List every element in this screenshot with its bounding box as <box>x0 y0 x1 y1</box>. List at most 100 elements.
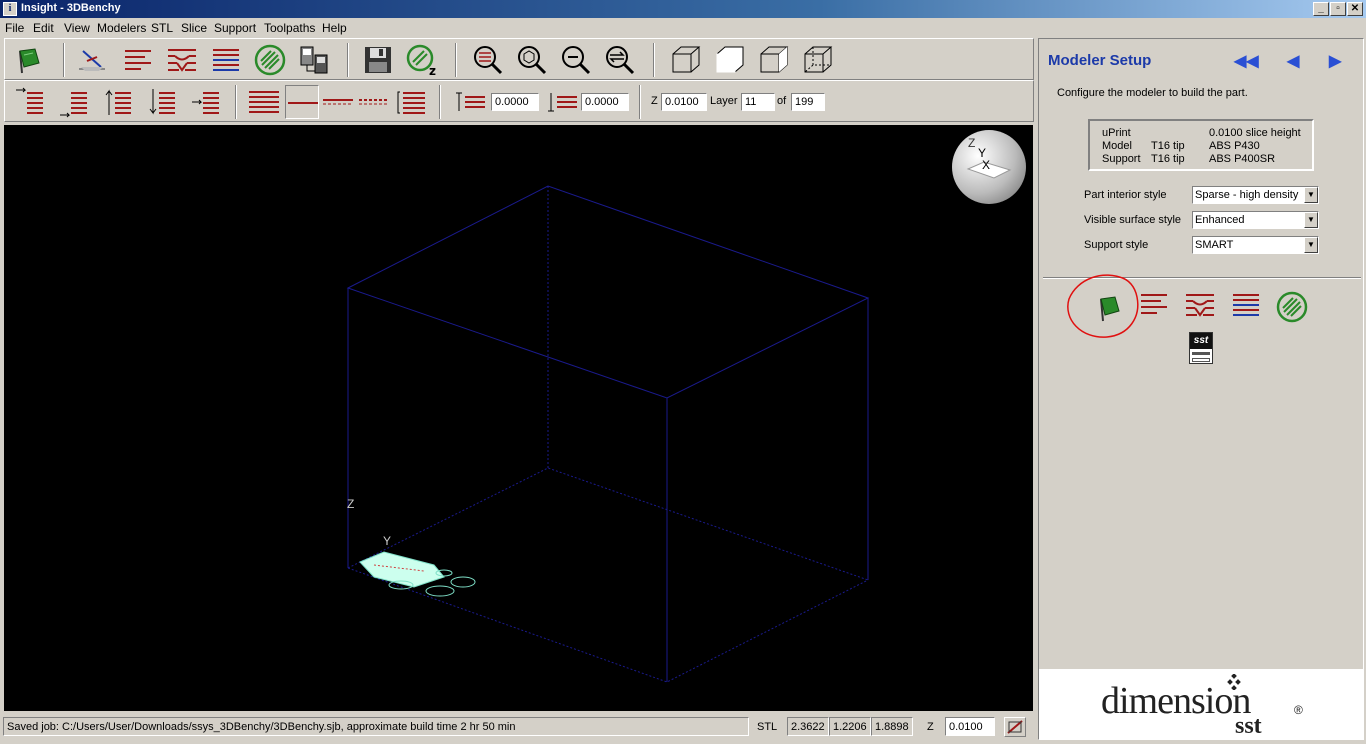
stl-label: STL <box>757 721 778 733</box>
visible-surface-label: Visible surface style <box>1084 214 1182 226</box>
window-title: Insight - 3DBenchy <box>21 2 121 14</box>
support-material: ABS P400SR <box>1209 153 1276 165</box>
support-style-select[interactable]: SMART ▼ <box>1192 236 1319 254</box>
prev-page-icon[interactable]: ◀ <box>1287 51 1299 71</box>
menu-help[interactable]: Help <box>322 21 347 35</box>
layer-below-icon[interactable] <box>321 85 355 119</box>
part-interior-select[interactable]: Sparse - high density ▼ <box>1192 186 1319 204</box>
zoom-fit-icon[interactable] <box>515 43 549 77</box>
zoom-out-icon[interactable] <box>559 43 593 77</box>
view-front-icon[interactable] <box>713 43 747 77</box>
3d-viewport[interactable]: Z Y Z Y X <box>4 125 1033 711</box>
modeler-setup-panel: Modeler Setup ◀◀ ◀ ▶ Configure the model… <box>1038 38 1364 740</box>
menu-file[interactable]: File <box>5 21 24 35</box>
toolpaths-icon[interactable] <box>209 43 243 77</box>
panel-support-icon[interactable] <box>1183 289 1217 323</box>
svg-text:z: z <box>429 64 436 77</box>
pan-icon[interactable] <box>603 43 637 77</box>
menu-bar: File Edit View Modelers STL Slice Suppor… <box>0 18 1366 37</box>
layer-bracket-icon[interactable] <box>395 85 429 119</box>
of-label: of <box>777 95 787 107</box>
part-interior-label: Part interior style <box>1084 189 1167 201</box>
view-iso-icon[interactable] <box>669 43 703 77</box>
chevron-down-icon[interactable]: ▼ <box>1304 212 1318 228</box>
layer-total-field <box>791 93 825 111</box>
modeler-name: uPrint <box>1102 127 1131 139</box>
menu-view[interactable]: View <box>64 21 90 35</box>
axis-z-label: Z <box>347 497 355 511</box>
modeler-setup-flag-icon[interactable] <box>1093 291 1127 325</box>
all-layers-icon[interactable] <box>247 85 281 119</box>
slice-icon[interactable] <box>121 43 155 77</box>
layer-range-icon[interactable] <box>357 85 391 119</box>
close-button[interactable]: ✕ <box>1347 2 1363 16</box>
offset-bottom-icon[interactable] <box>545 85 581 119</box>
title-bar: i Insight - 3DBenchy _ ▫ ✕ <box>0 0 1366 18</box>
goto-layer-icon[interactable] <box>189 85 223 119</box>
measure-icon[interactable] <box>1004 717 1026 737</box>
main-toolbar: z <box>4 38 1034 80</box>
panel-toolpaths-icon[interactable] <box>1229 289 1263 323</box>
support-label: Support <box>1102 153 1141 165</box>
sparse-z-icon[interactable]: z <box>405 43 439 78</box>
next-page-icon[interactable]: ▶ <box>1329 51 1341 71</box>
view-side-icon[interactable] <box>757 43 791 77</box>
menu-toolpaths[interactable]: Toolpaths <box>264 21 315 35</box>
build-envelope-wireframe <box>346 185 870 683</box>
save-icon[interactable] <box>361 43 395 77</box>
sparse-fill-icon[interactable] <box>253 43 287 77</box>
info-icon[interactable]: i <box>3 2 17 16</box>
status-z-label: Z <box>927 721 934 733</box>
slice-toolbar: Z Layer of <box>4 80 1034 122</box>
axis-y-label: Y <box>383 534 392 548</box>
zoom-in-icon[interactable] <box>471 43 505 77</box>
orientation-sphere[interactable]: Z Y X <box>952 130 1026 204</box>
layer-down-icon[interactable] <box>145 85 179 119</box>
status-message: Saved job: C:/Users/User/Downloads/ssys_… <box>3 717 749 736</box>
brand-sub: sst <box>1235 713 1262 739</box>
model-label: Model <box>1102 140 1132 152</box>
chevron-down-icon[interactable]: ▼ <box>1304 187 1318 203</box>
status-bar: Saved job: C:/Users/User/Downloads/ssys_… <box>0 713 1036 741</box>
chevron-down-icon[interactable]: ▼ <box>1304 237 1318 253</box>
first-layer-icon[interactable] <box>13 85 47 119</box>
stl-z-value: 1.8898 <box>871 717 913 736</box>
menu-modelers[interactable]: Modelers <box>97 21 146 35</box>
stl-x-value: 2.3622 <box>787 717 829 736</box>
flag-icon[interactable] <box>13 43 47 77</box>
status-z-value[interactable]: 0.0100 <box>945 717 995 736</box>
single-layer-icon[interactable] <box>285 85 319 119</box>
view-top-icon[interactable] <box>801 43 835 77</box>
offset-bottom-field[interactable] <box>581 93 629 111</box>
last-layer-icon[interactable] <box>57 85 91 119</box>
support-tip: T16 tip <box>1151 153 1185 165</box>
layer-label: Layer <box>710 95 738 107</box>
orient-x-label: X <box>982 158 991 172</box>
visible-surface-select[interactable]: Enhanced ▼ <box>1192 211 1319 229</box>
orient-stl-icon[interactable] <box>75 43 109 77</box>
z-field[interactable] <box>661 93 707 111</box>
first-page-icon[interactable]: ◀◀ <box>1234 51 1259 71</box>
sst-modeler-icon[interactable]: sst <box>1189 332 1213 364</box>
offset-top-icon[interactable] <box>453 85 489 119</box>
support-style-label: Support style <box>1084 239 1149 251</box>
menu-slice[interactable]: Slice <box>181 21 207 35</box>
menu-support[interactable]: Support <box>214 21 256 35</box>
layer-up-icon[interactable] <box>101 85 135 119</box>
menu-edit[interactable]: Edit <box>33 21 54 35</box>
model-material: ABS P430 <box>1209 140 1260 152</box>
menu-stl[interactable]: STL <box>151 21 173 35</box>
slice-height: 0.0100 slice height <box>1209 127 1301 139</box>
layer-field[interactable] <box>741 93 775 111</box>
panel-sparse-fill-icon[interactable] <box>1275 290 1309 324</box>
panel-slice-icon[interactable] <box>1137 289 1171 323</box>
model-tip: T16 tip <box>1151 140 1185 152</box>
modeler-info-box: uPrint 0.0100 slice height Model T16 tip… <box>1088 119 1314 171</box>
z-label: Z <box>651 95 658 107</box>
modeler-connect-icon[interactable] <box>297 43 331 77</box>
maximize-button[interactable]: ▫ <box>1330 2 1346 16</box>
offset-top-field[interactable] <box>491 93 539 111</box>
stl-y-value: 1.2206 <box>829 717 871 736</box>
minimize-button[interactable]: _ <box>1313 2 1329 16</box>
support-icon[interactable] <box>165 43 199 77</box>
